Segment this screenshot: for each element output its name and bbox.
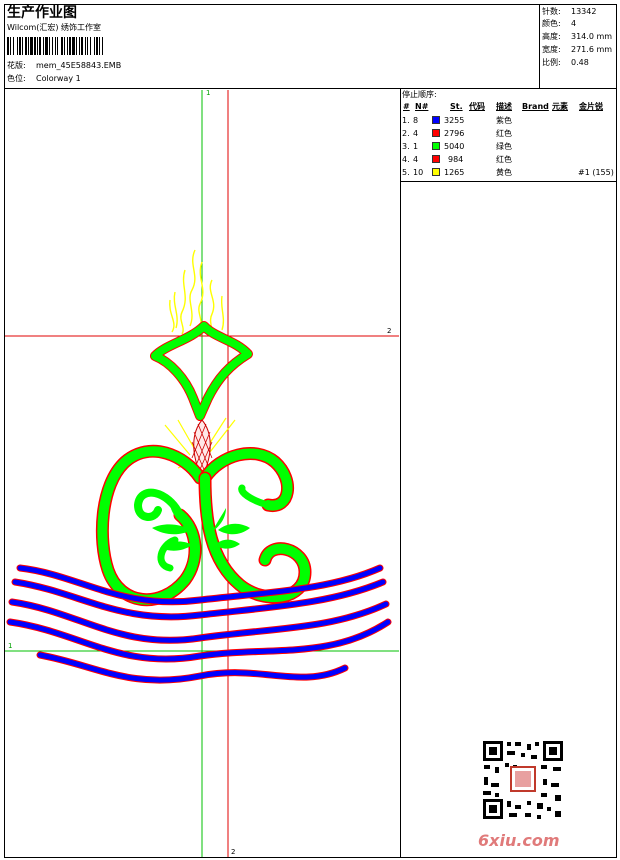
guide-label-v2: 2 <box>231 848 236 856</box>
qr-code-icon <box>481 739 565 821</box>
flame-strands <box>169 249 225 335</box>
guide-label-h1: 1 <box>8 642 13 650</box>
embroidery-canvas <box>5 90 399 857</box>
swirl-ornament <box>95 444 312 607</box>
guide-label-h2: 2 <box>387 327 392 335</box>
wave-bands <box>6 564 392 684</box>
watermark-site: 6xiu.com <box>478 831 560 850</box>
guide-label-v1: 1 <box>206 89 211 97</box>
